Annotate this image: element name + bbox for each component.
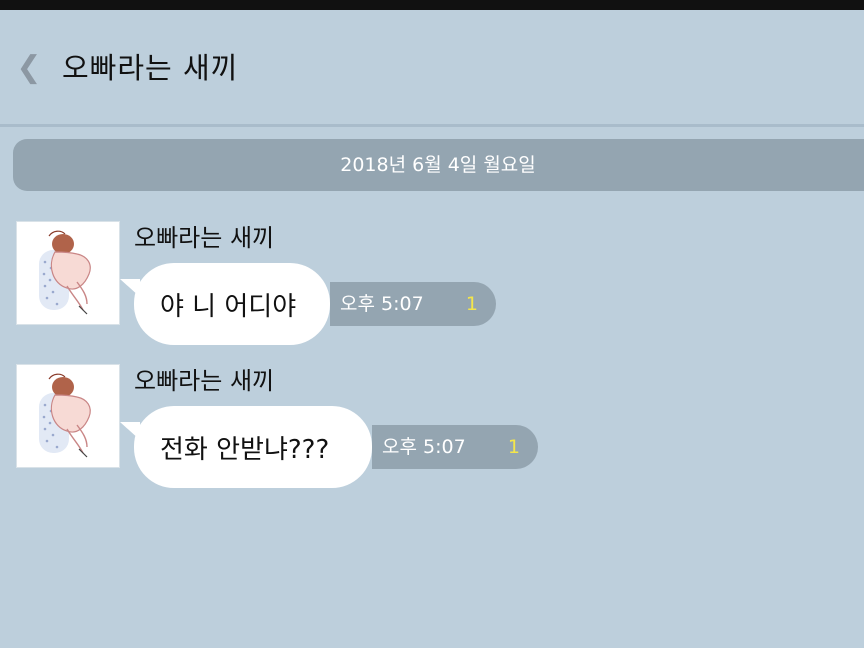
message-text: 전화 안받냐??? [160,434,330,465]
status-bar [0,0,864,10]
chevron-left-icon: ❮ [16,49,42,85]
message-text: 야 니 어디야 [160,291,297,322]
chat-title: 오빠라는 새끼 [62,51,239,85]
avatar[interactable] [16,364,120,468]
avatar-illustration [39,373,91,458]
sender-name: 오빠라는 새끼 [134,367,275,395]
message-meta: 오후 5:07 1 [372,425,538,469]
unread-count: 1 [507,436,520,458]
message-bubble[interactable]: 전화 안받냐??? [134,406,372,488]
date-divider: 2018년 6월 4일 월요일 [13,139,864,191]
unread-count: 1 [465,293,478,315]
message-item: 오빠라는 새끼 전화 안받냐??? 오후 5:07 1 [0,364,864,494]
back-button[interactable]: ❮ [12,49,46,85]
message-time: 오후 5:07 [340,293,424,315]
message-time: 오후 5:07 [382,436,466,458]
header-divider [0,124,864,127]
avatar-illustration [39,230,91,315]
avatar[interactable] [16,221,120,325]
chat-header: ❮ 오빠라는 새끼 [0,10,864,125]
message-item: 오빠라는 새끼 야 니 어디야 오후 5:07 1 [0,221,864,351]
message-meta: 오후 5:07 1 [330,282,496,326]
sender-name: 오빠라는 새끼 [134,224,275,252]
date-divider-text: 2018년 6월 4일 월요일 [340,154,536,176]
message-bubble[interactable]: 야 니 어디야 [134,263,330,345]
